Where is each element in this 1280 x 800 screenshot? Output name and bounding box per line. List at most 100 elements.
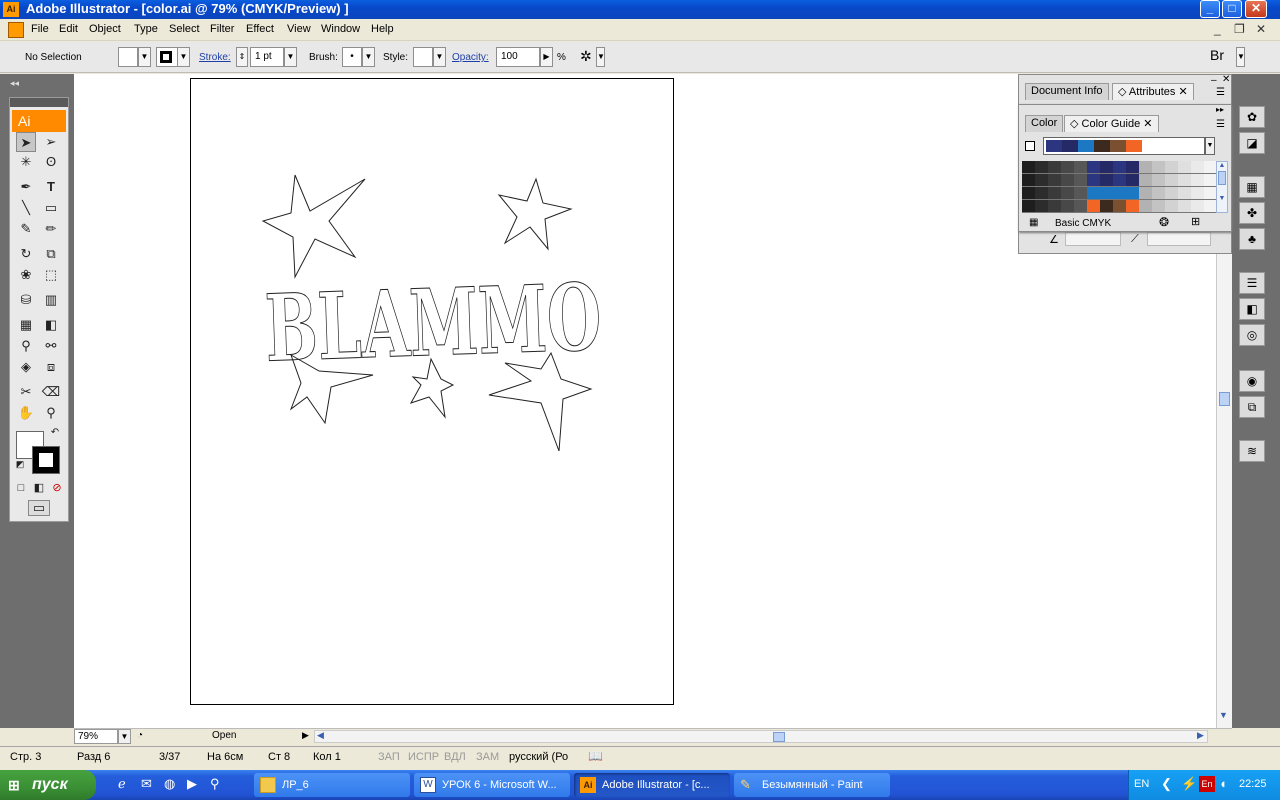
variation-swatch[interactable] [1152, 187, 1165, 199]
variation-swatch[interactable] [1165, 174, 1178, 186]
blend-tool-icon[interactable]: ⚯ [41, 336, 61, 356]
variation-swatch[interactable] [1126, 200, 1139, 212]
network-icon[interactable]: ⚡ [1181, 776, 1197, 792]
symbols-panel-icon[interactable]: ♣ [1239, 228, 1265, 250]
variation-swatch[interactable] [1061, 200, 1074, 212]
harmony-rules-dropdown[interactable]: ▼ [1205, 137, 1215, 155]
minimize-button[interactable]: _ [1200, 0, 1220, 18]
keyboard-layout-icon[interactable]: En [1199, 776, 1215, 792]
stroke-color-box[interactable] [32, 446, 60, 474]
menu-help[interactable]: Help [371, 23, 394, 35]
variation-swatch[interactable] [1061, 187, 1074, 199]
scroll-down-icon[interactable]: ▼ [1217, 195, 1227, 202]
symbol-sprayer-tool-icon[interactable]: ⛁ [16, 290, 36, 310]
color-mode-icon[interactable]: □ [14, 481, 28, 495]
graph-tool-icon[interactable]: ▥ [41, 290, 61, 310]
rotate-tool-icon[interactable]: ↻ [16, 244, 36, 264]
variation-swatch[interactable] [1100, 174, 1113, 186]
shear-input[interactable] [1147, 232, 1211, 246]
ie-quicklaunch-icon[interactable]: ℯ [118, 776, 126, 792]
eraser-tool-icon[interactable]: ⌫ [41, 382, 61, 402]
variation-swatch[interactable] [1048, 187, 1061, 199]
gradient-tool-icon[interactable]: ◧ [41, 315, 61, 335]
tray-arrow-icon[interactable]: ❮ [1161, 776, 1172, 792]
scale-tool-icon[interactable]: ⧉ [41, 244, 61, 264]
tab-attributes[interactable]: ◇ Attributes ✕ [1112, 83, 1194, 100]
horizontal-scrollbar[interactable]: ◀ ▶ [314, 730, 1208, 743]
magic-wand-tool-icon[interactable]: ✳ [16, 152, 36, 172]
harmony-swatch[interactable] [1094, 140, 1110, 152]
variation-swatch[interactable] [1191, 174, 1204, 186]
variation-swatch[interactable] [1139, 161, 1152, 173]
variations-scroll-thumb[interactable] [1218, 171, 1226, 185]
gradient-mode-icon[interactable]: ◧ [32, 481, 46, 495]
layers-panel-icon[interactable]: ≋ [1239, 440, 1265, 462]
variation-swatch[interactable] [1048, 200, 1061, 212]
live-paint-selection-tool-icon[interactable]: ⧈ [41, 357, 61, 377]
variation-swatch[interactable] [1191, 187, 1204, 199]
illustrator-app-icon[interactable]: Ai [3, 2, 19, 17]
variation-swatch[interactable] [1178, 174, 1191, 186]
swap-colors-icon[interactable]: ↶ [48, 426, 62, 440]
language-indicator[interactable]: EN [1134, 778, 1149, 790]
variation-swatch[interactable] [1035, 174, 1048, 186]
variation-swatch[interactable] [1139, 174, 1152, 186]
swatch-grid-panel-icon[interactable]: ▦ [1239, 176, 1265, 198]
variation-swatch[interactable] [1139, 187, 1152, 199]
paintbrush-tool-icon[interactable]: ✎ [16, 219, 36, 239]
variation-swatch[interactable] [1165, 161, 1178, 173]
panel-menu-icon[interactable]: ☰ [1216, 87, 1225, 98]
pen-tool-icon[interactable]: ✒ [16, 177, 36, 197]
harmony-colors-bar[interactable] [1043, 137, 1205, 155]
color-guide-menu-icon[interactable]: ☰ [1216, 119, 1225, 130]
variation-swatch[interactable] [1087, 200, 1100, 212]
stroke-weight-input[interactable]: 1 pt [250, 47, 284, 67]
media-quicklaunch-icon[interactable]: ▶ [187, 776, 197, 792]
stroke-panel-icon[interactable]: ☰ [1239, 272, 1265, 294]
stroke-label[interactable]: Stroke: [199, 52, 231, 63]
variation-swatch[interactable] [1100, 187, 1113, 199]
doc-close-icon[interactable]: ✕ [1256, 22, 1266, 36]
menu-view[interactable]: View [287, 23, 311, 35]
fill-swatch[interactable] [118, 47, 138, 67]
color-variations-grid[interactable] [1022, 161, 1217, 213]
warp-tool-icon[interactable]: ❀ [16, 265, 36, 285]
isolate-icon[interactable]: ✲ [580, 48, 592, 65]
status-language[interactable]: русский (Ро [509, 751, 568, 763]
variation-swatch[interactable] [1165, 200, 1178, 212]
type-tool-icon[interactable]: T [41, 177, 61, 197]
variation-swatch[interactable] [1113, 161, 1126, 173]
task-word[interactable]: W УРОК 6 - Microsoft W... [414, 773, 570, 797]
variation-swatch[interactable] [1022, 161, 1035, 173]
variation-swatch[interactable] [1113, 174, 1126, 186]
variation-swatch[interactable] [1087, 187, 1100, 199]
style-dropdown[interactable]: ▼ [433, 47, 446, 67]
transparency-panel-icon[interactable]: ◎ [1239, 324, 1265, 346]
tab-color[interactable]: Color [1025, 115, 1064, 132]
variation-swatch[interactable] [1126, 174, 1139, 186]
zoom-dropdown[interactable]: ▼ [118, 729, 131, 744]
menu-edit[interactable]: Edit [59, 23, 78, 35]
search-quicklaunch-icon[interactable]: ⚲ [210, 776, 220, 792]
variation-swatch[interactable] [1035, 187, 1048, 199]
swatch-library-icon[interactable]: ▦ [1029, 217, 1038, 228]
task-lr6[interactable]: ЛР_6 [254, 773, 410, 797]
default-colors-icon[interactable]: ◩ [14, 458, 26, 470]
variation-swatch[interactable] [1035, 200, 1048, 212]
variation-swatch[interactable] [1204, 187, 1217, 199]
fill-dropdown[interactable]: ▼ [138, 47, 151, 67]
color-guide-panel-icon[interactable]: ◪ [1239, 132, 1265, 154]
close-button[interactable]: ✕ [1245, 0, 1267, 18]
appearance-panel-icon[interactable]: ◉ [1239, 370, 1265, 392]
volume-icon[interactable]: ◖ [1219, 776, 1227, 791]
variation-swatch[interactable] [1035, 161, 1048, 173]
opacity-input[interactable]: 100 [496, 47, 540, 67]
task-illustrator[interactable]: Ai Adobe Illustrator - [c... [574, 773, 730, 797]
variation-swatch[interactable] [1087, 174, 1100, 186]
document-icon[interactable] [8, 22, 24, 38]
variation-swatch[interactable] [1204, 161, 1217, 173]
rectangle-tool-icon[interactable]: ▭ [41, 198, 61, 218]
variation-swatch[interactable] [1113, 200, 1126, 212]
doc-minimize-icon[interactable]: _ [1214, 22, 1221, 36]
vertical-scroll-thumb[interactable] [1219, 392, 1230, 406]
